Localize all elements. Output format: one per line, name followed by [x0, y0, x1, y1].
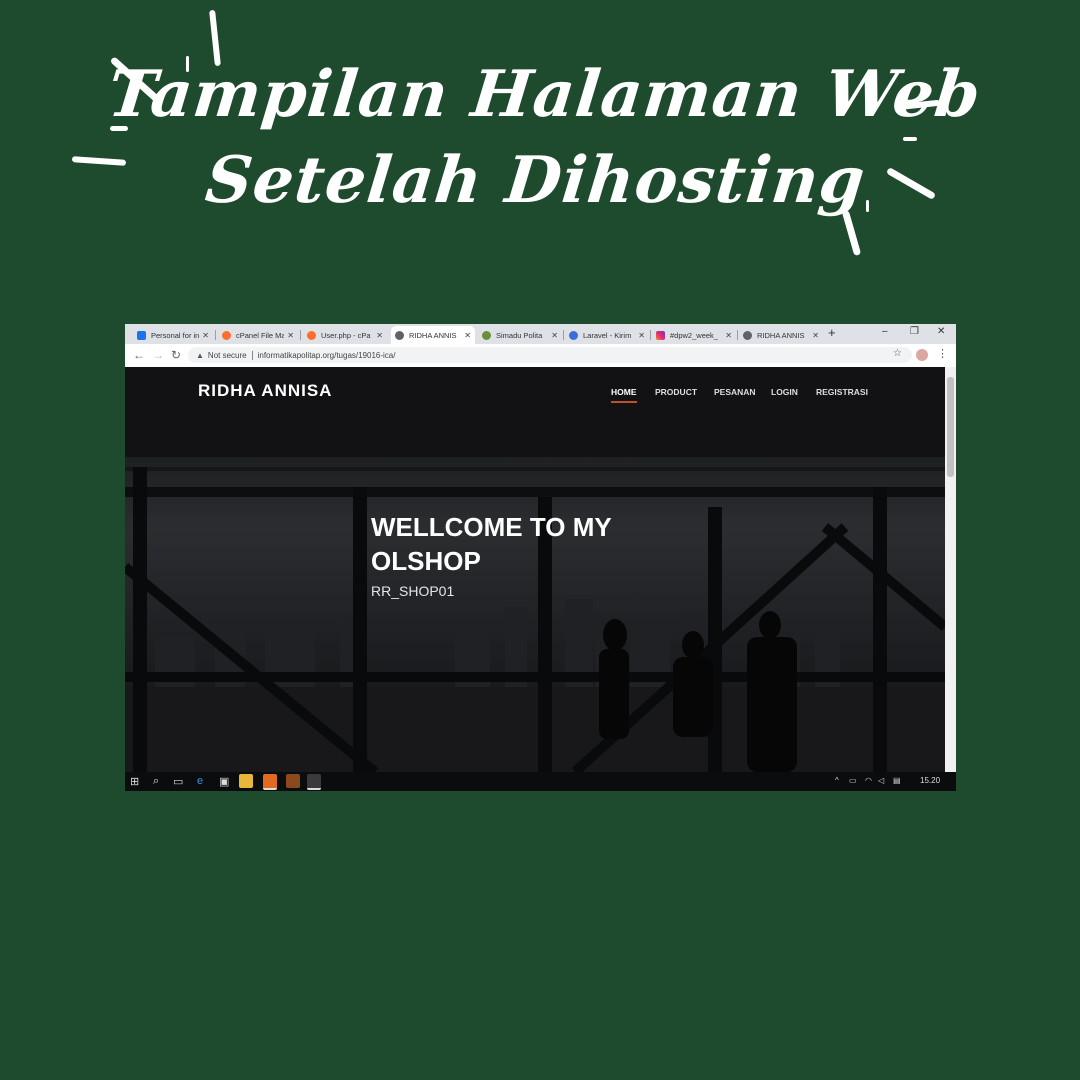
- poster-title: Tampilan Halaman Web Setelah Dihosting: [0, 52, 1080, 224]
- instagram-icon: [656, 330, 665, 340]
- warning-icon: ▲: [196, 350, 204, 360]
- blue-c-icon: [569, 330, 578, 340]
- hero-subtitle: RR_SHOP01: [371, 583, 455, 599]
- tab-label: Simadu Polita: [496, 330, 543, 340]
- new-tab-button[interactable]: +: [828, 325, 836, 340]
- menu-kebab-icon[interactable]: ⋮: [937, 347, 948, 360]
- close-icon[interactable]: ✕: [464, 331, 471, 340]
- tab-cpanel-file-manager[interactable]: cPanel File Ma ✕: [218, 326, 298, 344]
- restore-button[interactable]: ❐: [910, 326, 919, 337]
- tab-label: User.php - cPa: [321, 330, 371, 340]
- tab-label: RIDHA ANNIS: [757, 330, 805, 340]
- nav-login[interactable]: LOGIN: [771, 387, 798, 397]
- tab-separator: [300, 330, 301, 340]
- reload-icon[interactable]: ↻: [171, 348, 181, 362]
- globe-icon: [743, 330, 752, 340]
- search-icon[interactable]: ⌕: [153, 775, 159, 788]
- burst-stroke: [186, 56, 189, 72]
- close-icon[interactable]: ✕: [202, 331, 209, 340]
- tab-label: #dpw2_week_: [670, 330, 718, 340]
- burst-stroke: [110, 126, 128, 131]
- edge-browser-icon[interactable]: e: [197, 775, 203, 787]
- poster-title-line-2: Setelah Dihosting: [202, 143, 869, 218]
- app-icon-brown[interactable]: [286, 774, 300, 788]
- tab-user-php[interactable]: User.php - cPa ✕: [303, 326, 387, 344]
- nav-product[interactable]: PRODUCT: [655, 387, 697, 397]
- close-icon[interactable]: ✕: [551, 331, 558, 340]
- nav-pesanan[interactable]: PESANAN: [714, 387, 756, 397]
- windows-start-icon[interactable]: ⊞: [130, 775, 139, 788]
- tab-label: Laravel - Kirim: [583, 330, 632, 340]
- back-arrow-icon[interactable]: ←: [133, 348, 145, 362]
- globe-icon: [395, 330, 404, 340]
- chrome-icon[interactable]: [307, 774, 321, 790]
- divider: [251, 350, 253, 360]
- tab-separator: [215, 330, 216, 340]
- clock[interactable]: 15.20: [920, 776, 940, 785]
- close-icon[interactable]: ✕: [725, 331, 732, 340]
- scrollbar-thumb[interactable]: [947, 377, 954, 477]
- close-icon[interactable]: ✕: [287, 331, 294, 340]
- tab-laravel[interactable]: Laravel - Kirim ✕: [565, 326, 649, 344]
- close-window-button[interactable]: ✕: [937, 326, 945, 337]
- volume-icon[interactable]: ◁: [878, 776, 884, 785]
- tab-separator: [650, 330, 651, 340]
- tab-label: Personal for in: [151, 330, 200, 340]
- website-viewport: RIDHA ANNISA HOME PRODUCT PESANAN LOGIN …: [125, 367, 945, 772]
- green-app-icon: [482, 330, 491, 340]
- burst-stroke: [866, 200, 869, 212]
- tab-personal[interactable]: Personal for in ✕: [133, 326, 213, 344]
- poster-title-line-1: Tampilan Halaman Web: [104, 57, 985, 132]
- nav-registrasi[interactable]: REGISTRASI: [816, 387, 868, 397]
- tab-ridha-annisa[interactable]: RIDHA ANNIS ✕: [739, 326, 823, 344]
- tray-chevron-icon[interactable]: ^: [835, 776, 839, 785]
- cpanel-icon: [222, 330, 231, 340]
- tab-instagram[interactable]: #dpw2_week_ ✕: [652, 326, 736, 344]
- tab-ridha-annisa-active[interactable]: RIDHA ANNIS ✕: [391, 326, 475, 344]
- task-view-icon[interactable]: ▭: [173, 775, 183, 788]
- security-label: Not secure: [207, 350, 247, 360]
- close-icon[interactable]: ✕: [638, 331, 645, 340]
- windows-taskbar: ⊞ ⌕ ▭ e ▣ ^ ▭ ◠ ◁ ▤ 15.20: [125, 772, 956, 791]
- close-icon[interactable]: ✕: [376, 331, 383, 340]
- profile-avatar[interactable]: [916, 349, 928, 361]
- address-toolbar: ← → ↻ ▲ Not secure informatikapolitap.or…: [125, 344, 956, 368]
- wifi-icon[interactable]: ◠: [865, 776, 872, 785]
- file-explorer-icon[interactable]: [239, 774, 253, 788]
- address-bar[interactable]: ▲ Not secure informatikapolitap.org/tuga…: [188, 347, 912, 363]
- nav-home[interactable]: HOME: [611, 387, 637, 403]
- notification-icon[interactable]: ▤: [893, 776, 901, 785]
- burst-stroke: [903, 137, 917, 141]
- tab-separator: [563, 330, 564, 340]
- battery-icon[interactable]: ▭: [849, 776, 857, 785]
- tab-label: cPanel File Ma: [236, 330, 285, 340]
- store-icon[interactable]: ▣: [219, 775, 229, 788]
- forward-arrow-icon[interactable]: →: [152, 348, 164, 362]
- hero-title: WELLCOME TO MY OLSHOP: [371, 512, 612, 576]
- url-text: informatikapolitap.org/tugas/19016-ica/: [257, 350, 396, 360]
- app-icon-orange[interactable]: [263, 774, 277, 790]
- minimize-button[interactable]: –: [882, 326, 888, 337]
- tab-separator: [737, 330, 738, 340]
- bookmark-star-icon[interactable]: ☆: [893, 348, 902, 359]
- blue-app-icon: [137, 330, 146, 340]
- tab-strip: Personal for in ✕ cPanel File Ma ✕ User.…: [125, 324, 956, 344]
- browser-screenshot: Personal for in ✕ cPanel File Ma ✕ User.…: [125, 324, 956, 791]
- tab-simadu[interactable]: Simadu Polita ✕: [478, 326, 562, 344]
- site-brand[interactable]: RIDHA ANNISA: [198, 381, 332, 401]
- tab-label: RIDHA ANNIS: [409, 330, 457, 340]
- close-icon[interactable]: ✕: [812, 331, 819, 340]
- cpanel-icon: [307, 330, 316, 340]
